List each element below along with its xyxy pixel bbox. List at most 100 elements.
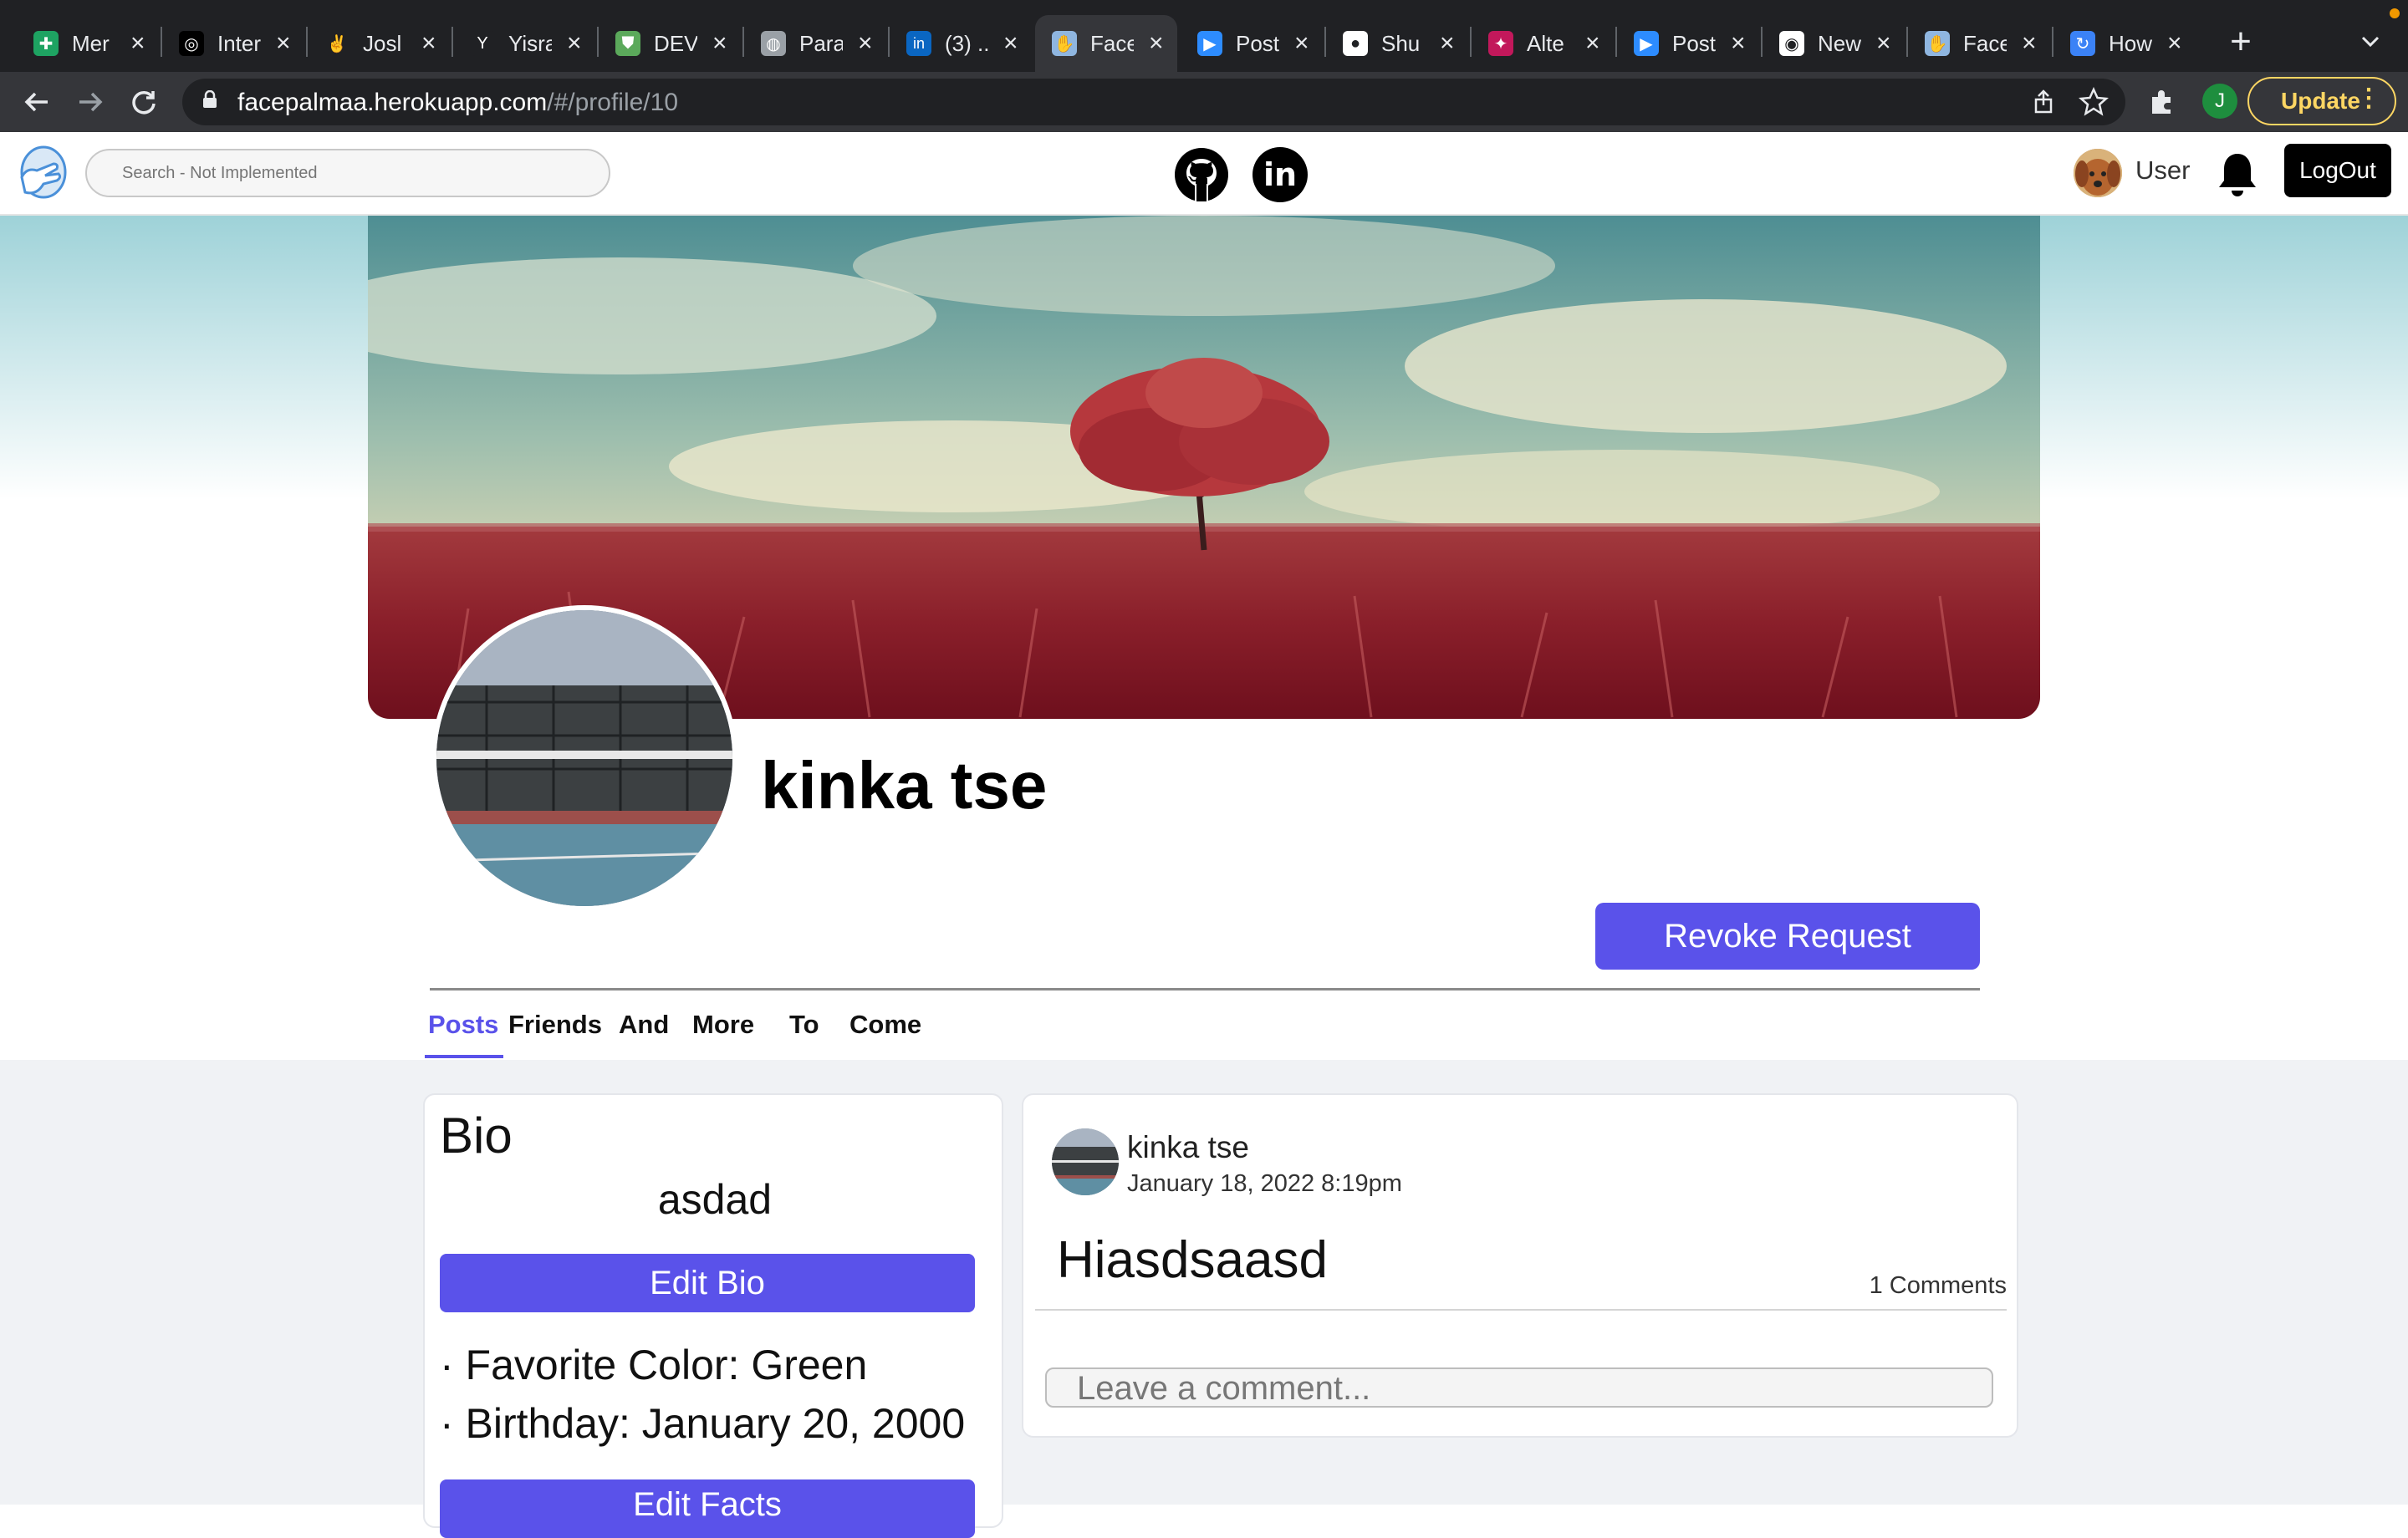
tab-friends[interactable]: Friends	[508, 1010, 602, 1040]
tab-and[interactable]: And	[619, 1010, 669, 1040]
linkedin-icon: in	[906, 31, 931, 56]
update-button[interactable]: Update ⋮	[2247, 77, 2396, 125]
browser-tab[interactable]: ✚ Mer ×	[17, 15, 159, 72]
browser-tab[interactable]: in (3) .. ×	[890, 15, 1032, 72]
back-button[interactable]	[17, 82, 57, 122]
browser-tab[interactable]: ↻ How ×	[2053, 15, 2196, 72]
edit-facts-button[interactable]: Edit Facts	[440, 1479, 975, 1538]
tab-close-icon[interactable]: ×	[1294, 31, 1309, 56]
compass-icon: ◎	[179, 31, 204, 56]
y-logo-icon: Y	[470, 31, 495, 56]
post-author[interactable]: kinka tse	[1127, 1130, 1249, 1165]
search-input[interactable]	[85, 149, 610, 197]
back-arrow-icon	[24, 92, 48, 112]
tab-more[interactable]: More	[692, 1010, 754, 1040]
browser-tab[interactable]: ◍ Para ×	[744, 15, 886, 72]
linkedin-link-icon[interactable]: in	[1252, 147, 1308, 202]
post-divider	[1035, 1309, 2007, 1311]
browser-tab[interactable]: Y Yisra ×	[453, 15, 595, 72]
tab-title: Post	[1236, 30, 1279, 56]
browser-toolbar: facepalmaa.herokuapp.com/#/profile/10 J …	[0, 72, 2408, 132]
browser-tab-strip: ✚ Mer × ◎ Inter × ✌ Josl × Y Yisra × ⛊ DEV × ◍ Para × in (3…	[0, 0, 2408, 72]
tab-close-icon[interactable]: ×	[276, 31, 291, 56]
tab-close-icon[interactable]: ×	[1003, 31, 1018, 56]
post-body: Hiasdsaasd	[1057, 1231, 1328, 1289]
browser-tab[interactable]: ⛊ DEV ×	[599, 15, 741, 72]
post-author-avatar[interactable]	[1052, 1128, 1119, 1195]
dog-avatar-image	[2074, 149, 2122, 197]
tab-close-icon[interactable]: ×	[1585, 31, 1600, 56]
share-icon[interactable]	[2030, 89, 2057, 115]
post-comments-count[interactable]: 1 Comments	[1870, 1272, 2007, 1300]
globe-icon: ◍	[761, 31, 786, 56]
loading-icon: ↻	[2070, 31, 2095, 56]
browser-tab[interactable]: ▶ Post ×	[1617, 15, 1759, 72]
tab-close-icon[interactable]: ×	[1731, 31, 1746, 56]
bio-card: Bio asdad Edit Bio · Favorite Color: Gre…	[423, 1093, 1003, 1538]
profile-picture[interactable]	[431, 605, 737, 911]
extensions-puzzle-icon[interactable]	[2147, 87, 2177, 117]
app-navbar: in User LogOut	[0, 132, 2408, 216]
user-avatar[interactable]	[2074, 149, 2122, 197]
browser-tab[interactable]: ✋ Face ×	[1035, 15, 1177, 72]
tab-close-icon[interactable]: ×	[567, 31, 582, 56]
update-label: Update	[2281, 88, 2360, 114]
browser-tab[interactable]: ◉ New ×	[1763, 15, 1905, 72]
tab-close-icon[interactable]: ×	[2022, 31, 2037, 56]
tab-title: Face	[1963, 30, 2007, 56]
tab-to[interactable]: To	[789, 1010, 819, 1040]
bookmark-star-icon[interactable]	[2079, 87, 2109, 117]
edit-bio-button[interactable]: Edit Bio	[440, 1254, 975, 1312]
browser-tab[interactable]: ● Shu ×	[1326, 15, 1468, 72]
facepalm-icon: ✋	[1052, 31, 1077, 56]
tab-close-icon[interactable]: ×	[130, 31, 145, 56]
comment-placeholder: Leave a comment...	[1077, 1370, 1371, 1407]
tab-search-icon[interactable]	[2358, 28, 2383, 53]
revoke-request-button[interactable]: Revoke Request	[1595, 903, 1980, 970]
tab-title: Alte	[1527, 30, 1564, 56]
forward-button[interactable]	[70, 82, 110, 122]
peace-hand-icon: ✌	[324, 31, 349, 56]
facepalm-icon: ✋	[1925, 31, 1950, 56]
address-bar[interactable]: facepalmaa.herokuapp.com/#/profile/10	[182, 79, 2125, 125]
tab-title: Inter	[217, 30, 261, 56]
tab-posts[interactable]: Posts	[428, 1010, 498, 1040]
github-link-icon[interactable]	[1174, 147, 1229, 202]
reload-button[interactable]	[124, 82, 164, 122]
new-tab-button[interactable]: +	[2224, 20, 2258, 64]
browser-profile-avatar[interactable]: J	[2202, 84, 2237, 119]
tab-title: New	[1818, 30, 1861, 56]
tab-title: Yisra	[508, 30, 552, 56]
comment-input[interactable]: Leave a comment...	[1045, 1367, 1993, 1408]
tab-close-icon[interactable]: ×	[421, 31, 436, 56]
shield-icon: ⛊	[615, 31, 640, 56]
tab-close-icon[interactable]: ×	[2167, 31, 2182, 56]
fact-birthday: · Birthday: January 20, 2000	[440, 1400, 966, 1447]
github-icon: ●	[1343, 31, 1368, 56]
reload-icon	[132, 90, 156, 115]
notification-bell-icon[interactable]	[2211, 149, 2264, 202]
browser-tab[interactable]: ◎ Inter ×	[162, 15, 304, 72]
tab-close-icon[interactable]: ×	[1149, 31, 1164, 56]
browser-tab[interactable]: ✋ Face ×	[1908, 15, 2050, 72]
fact-favorite-color: · Favorite Color: Green	[440, 1342, 868, 1388]
tab-title: Shu	[1381, 30, 1421, 56]
browser-tab[interactable]: ✌ Josl ×	[308, 15, 450, 72]
tab-close-icon[interactable]: ×	[712, 31, 727, 56]
forward-arrow-icon	[79, 92, 103, 112]
tab-title: DEV	[654, 30, 697, 56]
user-label[interactable]: User	[2135, 155, 2190, 186]
tab-close-icon[interactable]: ×	[1440, 31, 1455, 56]
browser-tab[interactable]: ✦ Alte ×	[1472, 15, 1614, 72]
browser-tab[interactable]: ▶ Post ×	[1181, 15, 1323, 72]
profile-divider	[430, 988, 1980, 991]
tab-close-icon[interactable]: ×	[858, 31, 873, 56]
zoom-icon: ▶	[1197, 31, 1222, 56]
tab-close-icon[interactable]: ×	[1876, 31, 1891, 56]
tab-title: Josl	[363, 30, 402, 56]
logout-button[interactable]: LogOut	[2284, 144, 2391, 197]
tab-come[interactable]: Come	[849, 1010, 921, 1040]
facepalm-logo-icon[interactable]	[15, 144, 69, 204]
url-text: facepalmaa.herokuapp.com/#/profile/10	[237, 89, 679, 116]
notification-dot-icon	[2390, 8, 2400, 18]
